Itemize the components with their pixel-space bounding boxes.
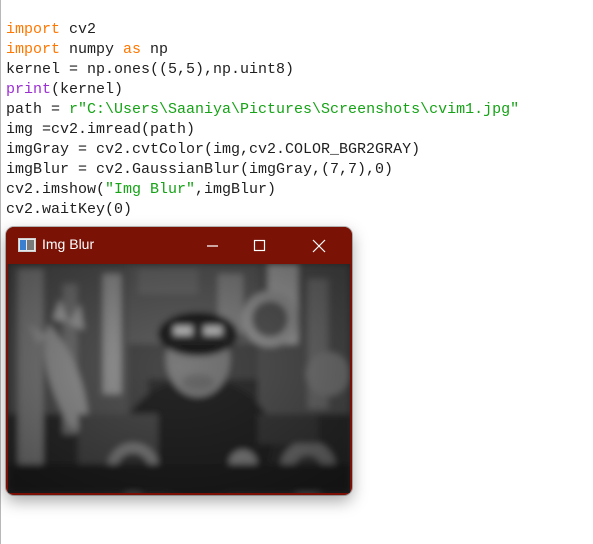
code-token: print: [6, 81, 52, 98]
code-line[interactable]: import numpy as np: [6, 40, 519, 60]
code-token: r"C:\Users\Saaniya\Pictures\Screenshots\…: [69, 101, 520, 118]
code-token: as: [123, 41, 142, 58]
image-window-icon: [18, 238, 36, 252]
editor-left-border: [0, 0, 1, 544]
code-token: import: [6, 21, 61, 38]
window-titlebar[interactable]: Img Blur: [6, 227, 352, 264]
code-token: imgBlur = cv2.GaussianBlur(imgGray,(7,7)…: [6, 161, 394, 178]
code-line[interactable]: import cv2: [6, 20, 519, 40]
code-token: path =: [6, 101, 70, 118]
code-line[interactable]: imgBlur = cv2.GaussianBlur(imgGray,(7,7)…: [6, 160, 519, 180]
code-line[interactable]: print(kernel): [6, 80, 519, 100]
close-button[interactable]: [296, 227, 342, 264]
maximize-icon: [253, 239, 266, 252]
code-token: numpy: [60, 41, 124, 58]
code-token: imgGray = cv2.cvtColor(img,cv2.COLOR_BGR…: [6, 141, 421, 158]
code-token: "Img Blur": [105, 181, 196, 198]
maximize-button[interactable]: [237, 227, 283, 264]
code-token: np: [141, 41, 169, 58]
code-token: kernel = np.ones((5,5),np.uint8): [6, 61, 295, 78]
code-line[interactable]: cv2.waitKey(0): [6, 200, 519, 220]
img-blur-window[interactable]: Img Blur: [6, 227, 352, 495]
code-token: cv2.imshow(: [6, 181, 106, 198]
code-token: ,imgBlur): [195, 181, 277, 198]
code-token: (kernel): [51, 81, 124, 98]
code-token: cv2: [60, 21, 97, 38]
minimize-icon: [207, 245, 218, 247]
code-line[interactable]: cv2.imshow("Img Blur",imgBlur): [6, 180, 519, 200]
code-line[interactable]: img =cv2.imread(path): [6, 120, 519, 140]
blurred-image: [8, 264, 350, 493]
close-icon: [312, 239, 326, 253]
code-line[interactable]: imgGray = cv2.cvtColor(img,cv2.COLOR_BGR…: [6, 140, 519, 160]
code-token: img =cv2.imread(path): [6, 121, 196, 138]
code-editor[interactable]: import cv2 import numpy as np kernel = np.…: [6, 20, 519, 220]
code-line[interactable]: path = r"C:\Users\Saaniya\Pictures\Scree…: [6, 100, 519, 120]
minimize-button[interactable]: [190, 227, 236, 264]
code-token: cv2.waitKey(0): [6, 201, 133, 218]
code-line[interactable]: kernel = np.ones((5,5),np.uint8): [6, 60, 519, 80]
window-title: Img Blur: [42, 236, 95, 252]
code-token: import: [6, 41, 61, 58]
